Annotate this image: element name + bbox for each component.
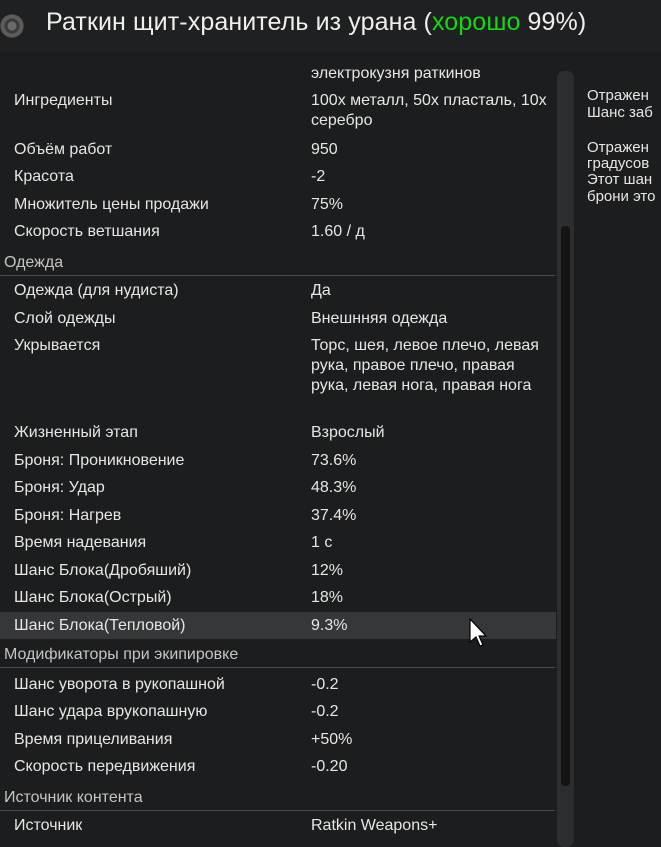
stat-value: 950 [311, 141, 338, 158]
stat-row-melee-hit[interactable]: Шанс удара врукопашную -0.2 [0, 702, 556, 722]
stat-label: Броня: Проникновение [14, 452, 185, 469]
quality-label: хорошо [431, 8, 521, 36]
section-title: Одежда [4, 254, 64, 271]
stat-row-deterioration[interactable]: Скорость ветшания 1.60 / д [0, 222, 556, 242]
stat-row-layer[interactable]: Слой одежды Внешнняя одежда [0, 309, 556, 329]
stat-row-armor-blunt[interactable]: Броня: Удар 48.3% [0, 478, 556, 498]
description-panel: Отражен Шанс заб Отражен градусов Этот ш… [574, 60, 661, 847]
scrollbar-thumb[interactable] [561, 226, 570, 786]
stat-row-move-speed[interactable]: Скорость передвижения -0.20 [0, 757, 556, 777]
stat-label: Красота [14, 168, 74, 185]
stat-value: -0.2 [311, 676, 339, 693]
stat-row-source[interactable]: Источник Ratkin Weapons+ [0, 816, 556, 836]
stat-value: 48.3% [311, 479, 357, 496]
section-divider [0, 810, 555, 811]
stat-value: Торс, шея, левое плечо, левая рука, прав… [311, 337, 539, 394]
mouse-cursor-icon [469, 618, 488, 647]
description-line: брони это [587, 188, 656, 205]
section-header-equip-mods: Модификаторы при экипировке [0, 646, 556, 668]
section-divider [0, 275, 555, 276]
section-header-apparel: Одежда [0, 254, 556, 276]
stat-value: -0.20 [311, 758, 348, 775]
description-line: Этот шан [587, 171, 653, 188]
item-icon [0, 14, 24, 38]
stat-row-life-stage[interactable]: Жизненный этап Взрослый [0, 423, 556, 443]
stat-value: 1.60 / д [311, 223, 365, 240]
stat-label: Скорость ветшания [14, 223, 160, 240]
stat-row-work-amount[interactable]: Объём работ 950 [0, 140, 556, 160]
description-line: градусов [587, 155, 650, 172]
stat-value: 37.4% [311, 507, 357, 524]
section-header-content-source: Источник контента [0, 789, 556, 811]
stat-label: Шанс Блока(Острый) [14, 589, 172, 606]
stat-value: Да [311, 282, 331, 299]
stat-value: 18% [311, 589, 344, 606]
stat-row-beauty[interactable]: Красота -2 [0, 167, 556, 187]
stat-label: Множитель цены продажи [14, 196, 209, 213]
stat-row-workbench[interactable]: электрокузня раткинов [0, 64, 556, 84]
stat-label: Укрывается [14, 337, 101, 354]
stat-value: Взрослый [311, 424, 385, 441]
stat-row-melee-dodge[interactable]: Шанс уворота в рукопашной -0.2 [0, 675, 556, 695]
stat-label: Шанс уворота в рукопашной [14, 676, 225, 693]
stat-value: 100x металл, 50x пласталь, 10x серебро [311, 92, 547, 129]
stat-label: Ингредиенты [14, 92, 113, 109]
stat-label: Броня: Нагрев [14, 507, 122, 524]
stat-label: Скорость передвижения [14, 758, 196, 775]
stat-label: Шанс Блока(Дробяший) [14, 562, 192, 579]
stat-value: -0.2 [311, 703, 339, 720]
stat-row-aiming-time[interactable]: Время прицеливания +50% [0, 730, 556, 750]
stat-value: 12% [311, 562, 344, 579]
stat-value: 1 с [311, 534, 333, 551]
stat-value: +50% [311, 731, 353, 748]
stat-value: Ratkin Weapons+ [311, 817, 438, 834]
description-line: Отражен [587, 87, 649, 104]
stat-label: Время надевания [14, 534, 147, 551]
window-header: Раткин щит-хранитель из урана (хорошо 99… [0, 0, 661, 52]
stat-row-block-sharp[interactable]: Шанс Блока(Острый) 18% [0, 588, 556, 608]
stat-label: Жизненный этап [14, 424, 138, 441]
stat-label: Шанс удара врукопашную [14, 703, 208, 720]
section-title: Модификаторы при экипировке [4, 646, 239, 663]
stat-row-ingredients[interactable]: Ингредиенты 100x металл, 50x пласталь, 1… [0, 91, 556, 133]
stat-row-nudist[interactable]: Одежда (для нудиста) Да [0, 281, 556, 301]
stat-value: 75% [311, 196, 344, 213]
stat-value: Внешнняя одежда [311, 310, 448, 327]
stat-row-covers[interactable]: Укрывается Торс, шея, левое плечо, левая… [0, 336, 556, 416]
stat-row-equip-delay[interactable]: Время надевания 1 с [0, 533, 556, 553]
stat-label: Шанс Блока(Тепловой) [14, 617, 186, 634]
stat-row-block-blunt[interactable]: Шанс Блока(Дробяший) 12% [0, 561, 556, 581]
stat-value: электрокузня раткинов [311, 65, 481, 82]
stat-value: 9.3% [311, 617, 348, 634]
stat-row-armor-heat[interactable]: Броня: Нагрев 37.4% [0, 506, 556, 526]
stat-label: Броня: Удар [14, 479, 105, 496]
section-title: Источник контента [4, 789, 143, 806]
stat-label: Слой одежды [14, 310, 116, 327]
stat-value: -2 [311, 168, 326, 185]
stat-row-armor-sharp[interactable]: Броня: Проникновение 73.6% [0, 451, 556, 471]
stat-label: Объём работ [14, 141, 113, 158]
stat-value: 73.6% [311, 452, 357, 469]
description-line: Шанс заб [587, 104, 653, 121]
stat-row-sell-price[interactable]: Множитель цены продажи 75% [0, 195, 556, 215]
section-divider [0, 667, 555, 668]
stat-label: Источник [14, 817, 83, 834]
description-line: Отражен [587, 139, 649, 156]
stat-label: Время прицеливания [14, 731, 173, 748]
stat-label: Одежда (для нудиста) [14, 282, 179, 299]
item-title: Раткин щит-хранитель из урана (хорошо 99… [46, 8, 587, 36]
